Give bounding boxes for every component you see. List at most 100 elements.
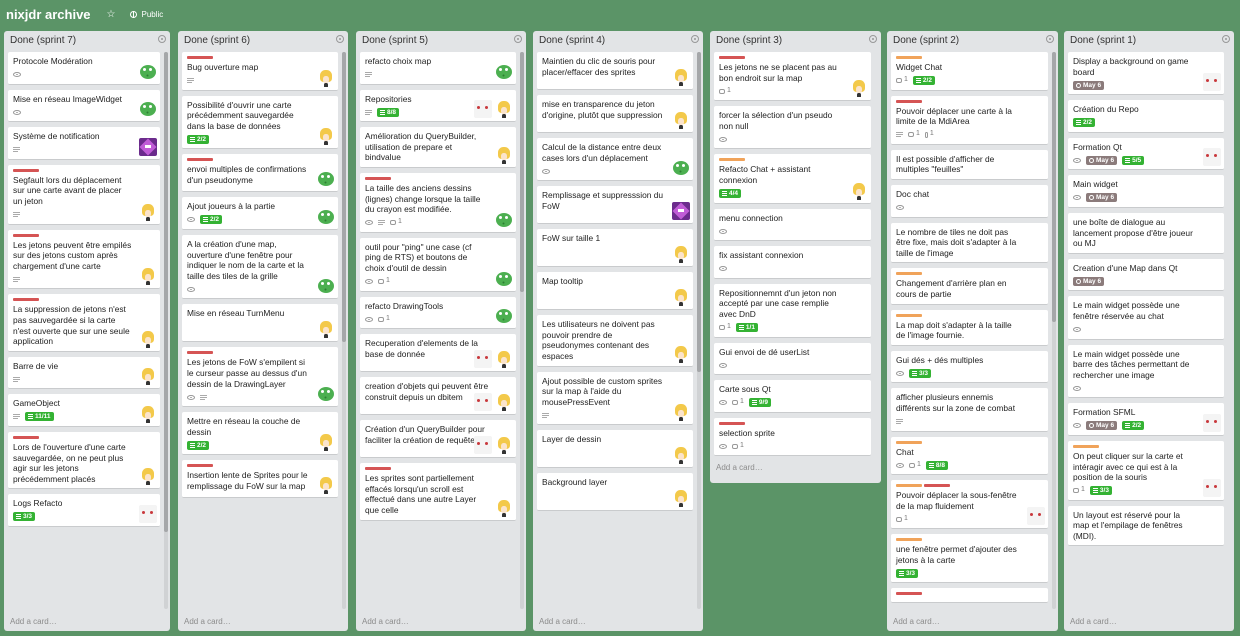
scrollbar-thumb[interactable]: [520, 52, 524, 292]
scrollbar-thumb[interactable]: [164, 52, 168, 532]
member-avatar-blonde[interactable]: [850, 181, 868, 200]
card[interactable]: une boîte de dialogue au lancement propo…: [1068, 212, 1224, 254]
member-avatar-blonde[interactable]: [139, 267, 157, 286]
card[interactable]: outil pour "ping" une case (cf ping de R…: [360, 237, 516, 292]
card[interactable]: Widget Chat 1 2/2: [891, 52, 1048, 91]
member-avatar-ghost[interactable]: [474, 350, 492, 369]
list-menu-icon[interactable]: [1046, 35, 1054, 43]
card[interactable]: GameObject 11/11: [8, 394, 160, 427]
list-title[interactable]: Done (sprint 2): [893, 35, 959, 46]
card[interactable]: Formation Qt May 6 5/5: [1068, 137, 1224, 171]
member-avatar-ghost[interactable]: [1203, 73, 1221, 92]
card[interactable]: Barre de vie: [8, 356, 160, 390]
member-avatar-blonde[interactable]: [495, 100, 513, 119]
member-avatar-blonde[interactable]: [139, 404, 157, 423]
scrollbar-thumb[interactable]: [697, 52, 701, 372]
member-avatar-ghost[interactable]: [1203, 148, 1221, 167]
card[interactable]: Les sprites sont partiellement effacés l…: [360, 463, 516, 521]
card[interactable]: Les utilisateurs ne doivent pas pouvoir …: [537, 315, 693, 367]
list-menu-icon[interactable]: [691, 35, 699, 43]
member-avatar-blonde[interactable]: [672, 288, 690, 307]
member-avatar-ghost[interactable]: [1203, 413, 1221, 432]
add-card-button[interactable]: Add a card…: [10, 617, 57, 626]
member-avatar-ghost[interactable]: [1027, 507, 1045, 526]
member-avatar-ghost[interactable]: [474, 393, 492, 412]
card[interactable]: Mettre en réseau la couche de dessin 2/2: [182, 412, 338, 456]
list-menu-icon[interactable]: [514, 35, 522, 43]
list-scrollbar[interactable]: [520, 52, 524, 609]
member-avatar-ghost[interactable]: [139, 504, 157, 523]
card[interactable]: Formation SFML May 6 2/2: [1068, 403, 1224, 436]
card[interactable]: Main widget May 6: [1068, 175, 1224, 208]
card[interactable]: Doc chat: [891, 184, 1048, 218]
star-icon[interactable]: ☆: [107, 9, 116, 20]
card[interactable]: Gui dés + dés multiples 3/3: [891, 350, 1048, 384]
card[interactable]: FoW sur taille 1: [537, 229, 693, 268]
card[interactable]: Maintien du clic de souris pour placer/e…: [537, 52, 693, 90]
card[interactable]: afficher plusieurs ennemis différents su…: [891, 388, 1048, 432]
member-avatar-blonde[interactable]: [672, 344, 690, 363]
card[interactable]: On peut cliquer sur la carte et intéragi…: [1068, 440, 1224, 501]
member-avatar-blonde[interactable]: [317, 127, 335, 146]
member-avatar-blonde[interactable]: [672, 403, 690, 422]
list-menu-icon[interactable]: [869, 35, 877, 43]
member-avatar-frog[interactable]: [317, 385, 335, 404]
card[interactable]: Insertion lente de Sprites pour le rempl…: [182, 460, 338, 499]
card[interactable]: Repositories 8/8: [360, 89, 516, 123]
card[interactable]: fix assistant connexion: [714, 246, 871, 279]
card[interactable]: A la création d'une map, ouverture d'une…: [182, 234, 338, 300]
card[interactable]: Les jetons de FoW s'empilent si le curse…: [182, 347, 338, 408]
member-avatar-blonde[interactable]: [139, 467, 157, 486]
member-avatar-frog[interactable]: [495, 62, 513, 81]
member-avatar-ghost[interactable]: [1203, 478, 1221, 497]
member-avatar-blonde[interactable]: [495, 436, 513, 455]
card[interactable]: Ajout joueurs à la partie 2/2: [182, 197, 338, 230]
add-card-button[interactable]: Add a card…: [184, 617, 231, 626]
card[interactable]: Mise en réseau ImageWidget: [8, 89, 160, 123]
card[interactable]: Pouvoir déplacer une carte à la limite d…: [891, 95, 1048, 145]
member-avatar-blonde[interactable]: [672, 446, 690, 465]
card[interactable]: La map doit s'adapter à la taille de l'i…: [891, 309, 1048, 346]
list-menu-icon[interactable]: [336, 35, 344, 43]
card[interactable]: Remplissage et suppresssion du FoW: [537, 186, 693, 225]
card[interactable]: refacto DrawingTools 1: [360, 296, 516, 330]
card[interactable]: Un layout est réservé pour la map et l'e…: [1068, 505, 1224, 547]
member-avatar-frog[interactable]: [317, 277, 335, 296]
card[interactable]: Création d'un QueryBuilder pour facilite…: [360, 420, 516, 459]
member-avatar-blonde[interactable]: [317, 433, 335, 452]
list-scrollbar[interactable]: [1052, 52, 1056, 609]
card[interactable]: Le main widget possède une fenêtre réser…: [1068, 296, 1224, 340]
list-title[interactable]: Done (sprint 3): [716, 35, 782, 46]
member-avatar-purple[interactable]: [672, 202, 690, 221]
member-avatar-ghost[interactable]: [474, 436, 492, 455]
board-title[interactable]: nixjdr archive: [6, 7, 91, 22]
member-avatar-blonde[interactable]: [317, 68, 335, 87]
card[interactable]: [891, 588, 1048, 604]
member-avatar-blonde[interactable]: [672, 245, 690, 264]
card[interactable]: Recuperation d'elements de la base de do…: [360, 334, 516, 373]
card[interactable]: Layer de dessin: [537, 430, 693, 469]
list-menu-icon[interactable]: [1222, 35, 1230, 43]
list-title[interactable]: Done (sprint 6): [184, 35, 250, 46]
member-avatar-ghost[interactable]: [474, 100, 492, 119]
card[interactable]: Lors de l'ouverture d'une carte sauvegar…: [8, 431, 160, 490]
list-title[interactable]: Done (sprint 7): [10, 35, 76, 46]
card[interactable]: Protocole Modération: [8, 52, 160, 85]
card[interactable]: Système de notification: [8, 127, 160, 160]
card[interactable]: Il est possible d'afficher de multiples …: [891, 149, 1048, 180]
scrollbar-thumb[interactable]: [1052, 52, 1056, 322]
member-avatar-frog[interactable]: [495, 307, 513, 326]
card[interactable]: mise en transparence du jeton d'origine,…: [537, 95, 693, 133]
member-avatar-blonde[interactable]: [139, 202, 157, 221]
add-card-button[interactable]: Add a card…: [1070, 617, 1117, 626]
card[interactable]: Le main widget possède une barre des tâc…: [1068, 344, 1224, 399]
list-scrollbar[interactable]: [697, 52, 701, 609]
card[interactable]: Repositionnemnt d'un jeton non accepté p…: [714, 283, 871, 338]
card[interactable]: Amélioration du QueryBuilder, utilisatio…: [360, 127, 516, 168]
card[interactable]: Logs Refacto 3/3: [8, 494, 160, 527]
card[interactable]: Chat 1 8/8: [891, 436, 1048, 476]
member-avatar-frog[interactable]: [317, 170, 335, 189]
list-scrollbar[interactable]: [164, 52, 168, 609]
card[interactable]: La suppression de jetons n'est pas sauve…: [8, 294, 160, 352]
member-avatar-blonde[interactable]: [672, 111, 690, 129]
